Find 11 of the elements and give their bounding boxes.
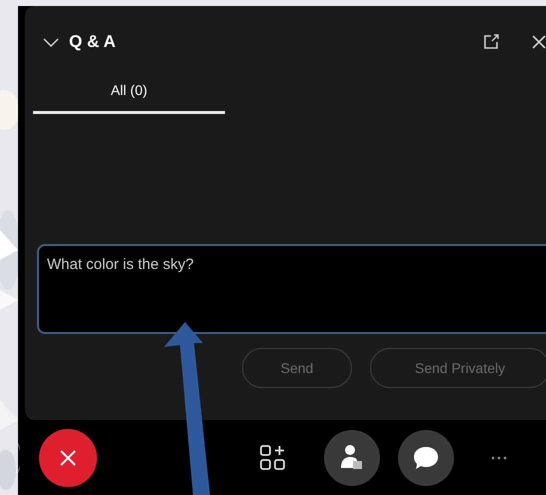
popout-icon[interactable] [482,33,500,51]
leave-button[interactable] [39,428,97,486]
question-field[interactable]: What color is the sky? [37,244,546,334]
tab[interactable]: All (0) [33,74,225,114]
chat-button[interactable] [398,430,454,486]
panel-title: Q & A [69,32,116,52]
more-icon[interactable] [491,456,507,460]
participants-button[interactable] [324,430,380,486]
chevron-icon[interactable] [43,37,59,47]
close-icon[interactable] [532,35,546,49]
apps-icon[interactable] [260,444,286,470]
